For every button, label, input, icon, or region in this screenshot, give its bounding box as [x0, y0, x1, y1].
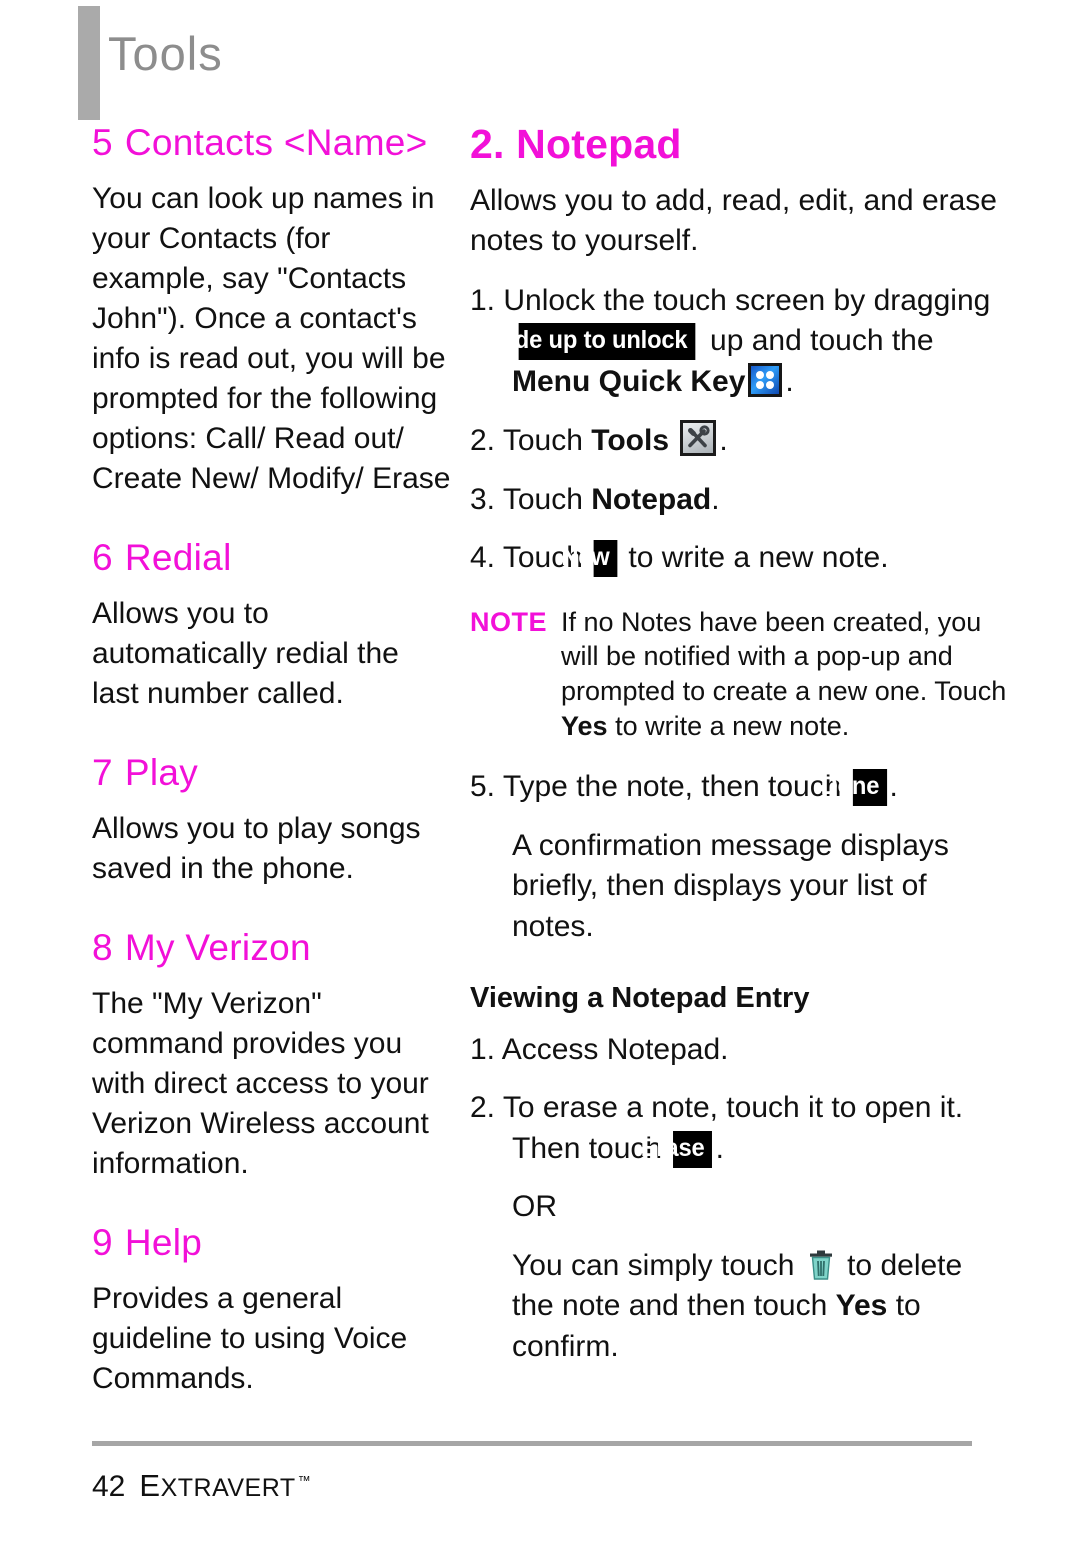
menu-quick-key-icon[interactable]: [748, 362, 783, 397]
step-3: 3. Touch Notepad.: [470, 480, 1010, 521]
slide-up-to-unlock-badge[interactable]: Slide up to unlock: [486, 323, 696, 361]
step-number: 1.: [470, 283, 496, 317]
done-badge[interactable]: Done: [820, 769, 887, 807]
step-number: 5.: [470, 770, 496, 804]
section-heading-contacts: 5 Contacts <Name>: [92, 122, 452, 163]
section-heading-notepad: 2. Notepad: [470, 121, 682, 167]
step-1: 1. Unlock the touch screen by dragging S…: [470, 281, 1010, 403]
step-text: Access Notepad.: [501, 1032, 729, 1066]
page-title: Tools: [108, 27, 223, 80]
view-step-1: 1. Access Notepad.: [470, 1030, 1010, 1071]
section-body-redial: Allows you to automatically redial the l…: [92, 597, 399, 710]
section-heading-help: 9 Help: [92, 1222, 452, 1263]
page-header: Tools: [0, 0, 1080, 122]
view-step-2: 2. To erase a note, touch it to open it.…: [470, 1088, 1010, 1169]
erase-badge[interactable]: Erase: [641, 1130, 713, 1168]
tools-icon[interactable]: [680, 420, 717, 457]
footer-divider: [92, 1441, 972, 1446]
section-heading-my-verizon: 8 My Verizon: [92, 927, 452, 968]
step-text-a: Type the note, then touch: [502, 770, 842, 804]
section-title: Help: [124, 1221, 203, 1263]
step-4: 4. Touch New to write a new note.: [470, 538, 1010, 579]
step-text-a: Unlock the touch screen by dragging: [503, 283, 991, 317]
step-5-substep: A confirmation message displays briefly,…: [512, 828, 949, 943]
alt-text-a: You can simply touch: [512, 1248, 795, 1282]
section-body-help: Provides a general guideline to using Vo…: [92, 1282, 408, 1395]
notepad-label: Notepad: [591, 482, 712, 516]
section-number: 8: [92, 926, 113, 968]
note-text-b: to write a new note.: [615, 710, 850, 741]
header-accent-bar: [78, 6, 100, 120]
step-text-b: up and touch the: [710, 324, 934, 358]
note-yes-label: Yes: [561, 710, 608, 741]
step-5: 5. Type the note, then touch Done.: [470, 767, 1010, 808]
section-body-contacts: You can look up names in your Contacts (…: [92, 182, 451, 495]
page-number: 42: [92, 1470, 126, 1503]
step-number: 2.: [470, 1091, 496, 1125]
step-number: 4.: [470, 541, 496, 575]
step-text-b: to write a new note.: [628, 541, 889, 575]
section-title: Play: [124, 751, 199, 793]
left-column: 5 Contacts <Name> You can look up names i…: [0, 122, 470, 1399]
note-block: NOTE If no Notes have been created, you …: [470, 605, 1010, 743]
note-text: If no Notes have been created, you will …: [561, 605, 1010, 743]
step-text-a: Touch: [502, 424, 583, 458]
section-number: 9: [92, 1221, 113, 1263]
brand-rest: XTRAVERT: [160, 1474, 296, 1502]
view-step-alternative: You can simply touch to delete the note …: [470, 1246, 1010, 1368]
step-text-b: .: [719, 424, 728, 458]
step-text-b: .: [711, 482, 720, 516]
section-heading-redial: 6 Redial: [92, 537, 452, 578]
tools-label: Tools: [591, 424, 670, 458]
notepad-intro: Allows you to add, read, edit, and erase…: [470, 184, 997, 257]
note-text-a: If no Notes have been created, you will …: [561, 606, 1007, 706]
step-text-b: .: [889, 770, 898, 804]
section-title: Contacts <Name>: [124, 122, 428, 163]
new-badge[interactable]: New: [562, 540, 618, 578]
step-2: 2. Touch Tools .: [470, 420, 1010, 462]
brand-name: EXTRAVERT ™: [139, 1468, 311, 1504]
section-heading-play: 7 Play: [92, 752, 452, 793]
footer-line: 42 EXTRAVERT ™: [92, 1468, 992, 1504]
step-text-a: To erase a note, touch it to open it. Th…: [502, 1091, 964, 1165]
step-number: 1.: [470, 1032, 496, 1066]
content-columns: 5 Contacts <Name> You can look up names i…: [0, 121, 1080, 1399]
section-number: 7: [92, 751, 113, 793]
menu-quick-key-label: Menu Quick Key: [512, 364, 746, 398]
subsection-heading-viewing-entry: Viewing a Notepad Entry: [470, 982, 810, 1015]
step-number: 3.: [470, 482, 496, 516]
section-title: Redial: [124, 536, 232, 578]
section-number: 6: [92, 536, 113, 578]
or-divider-text: OR: [512, 1190, 557, 1224]
section-body-my-verizon: The "My Verizon" command provides you wi…: [92, 987, 429, 1180]
step-text-b: .: [715, 1131, 724, 1165]
note-label: NOTE: [470, 606, 548, 637]
alt-yes-label: Yes: [835, 1289, 888, 1323]
step-text-c: .: [785, 364, 794, 398]
brand-first-letter: E: [139, 1468, 161, 1503]
trash-icon[interactable]: [806, 1248, 836, 1282]
section-number: 5: [92, 122, 113, 163]
page-footer: 42 EXTRAVERT ™: [92, 1441, 992, 1504]
step-text-a: Touch: [502, 482, 583, 516]
step-number: 2.: [470, 424, 496, 458]
right-column: 2. Notepad Allows you to add, read, edit…: [470, 121, 1080, 1399]
trademark-symbol: ™: [297, 1472, 312, 1488]
section-title: My Verizon: [124, 926, 311, 968]
section-body-play: Allows you to play songs saved in the ph…: [92, 812, 421, 885]
